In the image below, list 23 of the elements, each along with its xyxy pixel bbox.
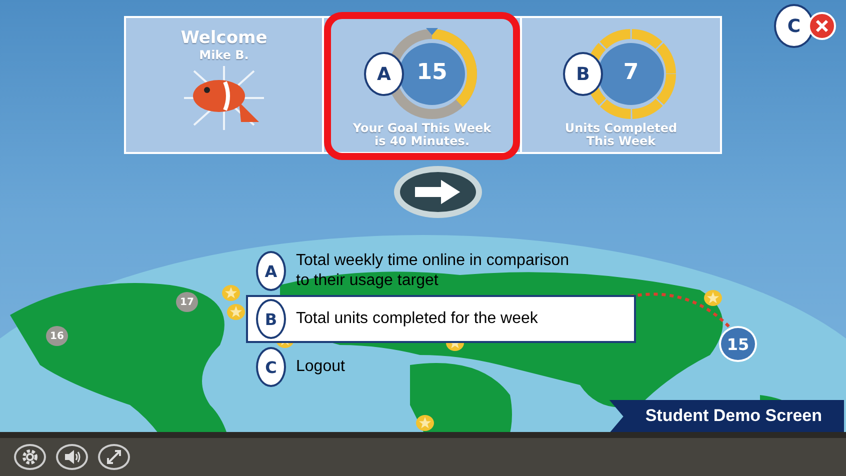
star-marker-icon [227, 304, 245, 320]
star-marker-icon [704, 290, 722, 306]
volume-button[interactable] [56, 444, 88, 470]
banner: Student Demo Screen [609, 400, 844, 433]
student-name: Mike B. [199, 48, 249, 62]
settings-button[interactable] [14, 444, 46, 470]
star-marker-icon [416, 415, 434, 431]
units-caption: Units Completed This Week [564, 122, 678, 148]
expand-icon [104, 447, 124, 467]
fullscreen-button[interactable] [98, 444, 130, 470]
callout-marker: B [563, 52, 603, 96]
star-marker-icon [222, 285, 240, 301]
close-button[interactable] [808, 12, 836, 40]
goal-caption: Your Goal This Week is 40 Minutes. [352, 122, 492, 148]
welcome-title: Welcome [180, 28, 268, 48]
legend-text: Total units completed for the week [296, 309, 538, 329]
speaker-icon [62, 447, 82, 467]
callout-marker: B [256, 299, 286, 339]
settings-icon [20, 447, 40, 467]
callout-marker: A [364, 52, 404, 96]
callout-marker: C [774, 4, 814, 48]
legend-text: Logout [296, 357, 345, 377]
close-icon [815, 19, 829, 33]
